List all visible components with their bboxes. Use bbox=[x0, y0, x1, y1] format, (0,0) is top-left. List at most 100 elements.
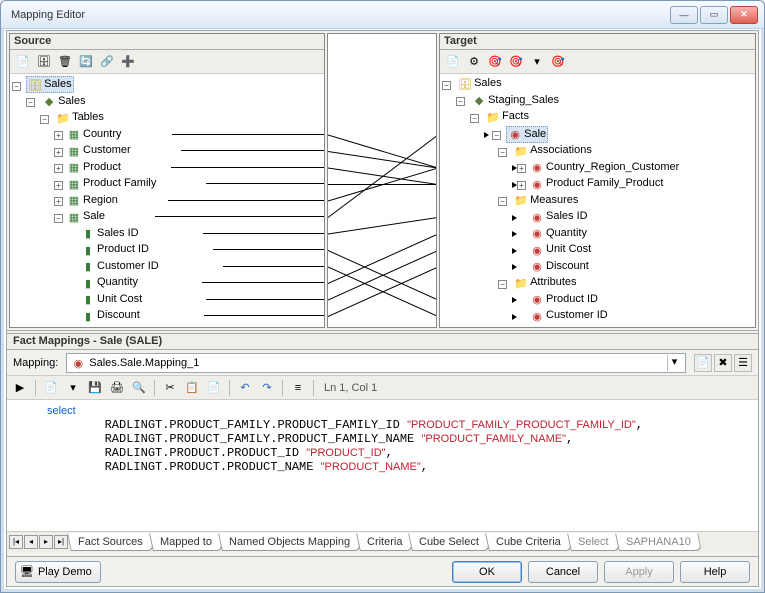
bottom-tab[interactable]: Cube Select bbox=[408, 533, 490, 551]
target-item[interactable]: ◉Product Family_Product bbox=[528, 176, 665, 191]
copy-icon[interactable]: 📋 bbox=[183, 379, 201, 397]
minimize-button[interactable]: — bbox=[670, 6, 698, 24]
new-table-icon[interactable]: ➕ bbox=[119, 53, 137, 71]
mapping-dropdown[interactable]: ◉ Sales.Sale.Mapping_1 ▾ bbox=[66, 353, 686, 373]
refresh-icon[interactable]: 🔄 bbox=[77, 53, 95, 71]
format-icon[interactable]: ≡ bbox=[289, 379, 307, 397]
tab-nav-last[interactable]: ▸| bbox=[54, 535, 68, 549]
new-icon[interactable]: 📄 bbox=[42, 379, 60, 397]
staging-node[interactable]: ◆Staging_Sales bbox=[470, 93, 561, 108]
expand-icon[interactable]: − bbox=[54, 214, 63, 223]
target-tree[interactable]: − 🗄Sales − ◆Staging_Sales − 📁Fac bbox=[440, 74, 755, 327]
delete-source-icon[interactable]: 🗑 bbox=[56, 53, 74, 71]
tab-nav-prev[interactable]: ◂ bbox=[24, 535, 38, 549]
paste-icon[interactable]: 📄 bbox=[205, 379, 223, 397]
play-demo-button[interactable]: 🖥 Play Demo bbox=[15, 561, 101, 583]
table-node[interactable]: ▦Customer bbox=[65, 143, 133, 158]
target-item[interactable]: ◉Sales ID bbox=[528, 209, 590, 224]
tab-nav-next[interactable]: ▸ bbox=[39, 535, 53, 549]
properties-button[interactable]: ☰ bbox=[734, 354, 752, 372]
column-node[interactable]: ▮Product ID bbox=[79, 242, 151, 257]
collapse-icon[interactable]: − bbox=[498, 148, 507, 157]
target-item[interactable]: ◉Unit Cost bbox=[528, 242, 593, 257]
add-source-icon[interactable]: 📄 bbox=[14, 53, 32, 71]
undo-icon[interactable]: ↶ bbox=[236, 379, 254, 397]
source-tree[interactable]: − 🗄Sales − ◆Sales − 📁Tables bbox=[10, 74, 324, 327]
expand-icon[interactable]: + bbox=[54, 131, 63, 140]
expand-icon[interactable]: + bbox=[54, 181, 63, 190]
delete-mapping-button[interactable]: ✖ bbox=[714, 354, 732, 372]
close-button[interactable]: ✕ bbox=[730, 6, 758, 24]
redo-icon[interactable]: ↷ bbox=[258, 379, 276, 397]
source-root-node[interactable]: 🗄Sales bbox=[26, 76, 74, 93]
collapse-icon[interactable]: − bbox=[492, 131, 501, 140]
table-node[interactable]: ▦Product Family bbox=[65, 176, 158, 191]
collapse-icon[interactable]: − bbox=[26, 98, 35, 107]
measures-folder[interactable]: 📁Measures bbox=[512, 193, 580, 208]
collapse-icon[interactable]: − bbox=[470, 114, 479, 123]
tab-nav-first[interactable]: |◂ bbox=[9, 535, 23, 549]
bottom-tab[interactable]: Select bbox=[567, 533, 619, 551]
collapse-icon[interactable]: − bbox=[498, 197, 507, 206]
target-root-node[interactable]: 🗄Sales bbox=[456, 76, 504, 91]
apply-button[interactable]: Apply bbox=[604, 561, 674, 583]
associations-folder[interactable]: 📁Associations bbox=[512, 143, 594, 158]
column-node[interactable]: ▮Unit Cost bbox=[79, 292, 144, 307]
collapse-icon[interactable]: − bbox=[442, 81, 451, 90]
find-icon[interactable]: 🔍 bbox=[130, 379, 148, 397]
tables-folder[interactable]: 📁Tables bbox=[54, 110, 106, 125]
save-icon[interactable]: 💾 bbox=[86, 379, 104, 397]
target-item[interactable]: ◉Discount bbox=[528, 259, 591, 274]
help-button[interactable]: Help bbox=[680, 561, 750, 583]
facts-folder[interactable]: 📁Facts bbox=[484, 109, 531, 124]
target-item[interactable]: ◉Country_Region_Customer bbox=[528, 160, 681, 175]
link-icon[interactable]: 🔗 bbox=[98, 53, 116, 71]
bottom-tab[interactable]: Cube Criteria bbox=[485, 533, 572, 551]
table-node[interactable]: ▦Sale bbox=[65, 209, 107, 224]
cancel-button[interactable]: Cancel bbox=[528, 561, 598, 583]
expand-icon[interactable]: + bbox=[54, 197, 63, 206]
print-icon[interactable]: 🖨 bbox=[108, 379, 126, 397]
expand-icon[interactable]: + bbox=[54, 164, 63, 173]
bottom-tab[interactable]: Criteria bbox=[356, 533, 413, 551]
collapse-icon[interactable]: − bbox=[498, 280, 507, 289]
bottom-tab[interactable]: SAPHANA10 bbox=[615, 533, 702, 551]
sql-editor[interactable]: select RADLINGT.PRODUCT_FAMILY.PRODUCT_F… bbox=[7, 400, 758, 532]
table-node[interactable]: ▦Country bbox=[65, 127, 124, 142]
column-node[interactable]: ▮Quantity bbox=[79, 275, 140, 290]
target-tool-1-icon[interactable]: 📄 bbox=[444, 53, 462, 71]
bottom-tab[interactable]: Named Objects Mapping bbox=[218, 533, 361, 551]
dropdown-arrow-icon[interactable]: ▾ bbox=[667, 355, 681, 371]
table-node[interactable]: ▦Product bbox=[65, 160, 123, 175]
bottom-tab[interactable]: Mapped to bbox=[149, 533, 223, 551]
expand-icon[interactable]: + bbox=[517, 181, 526, 190]
open-icon[interactable]: ▾ bbox=[64, 379, 82, 397]
collapse-icon[interactable]: − bbox=[456, 97, 465, 106]
collapse-icon[interactable]: − bbox=[12, 82, 21, 91]
table-node[interactable]: ▦Region bbox=[65, 193, 120, 208]
target-tool-2-icon[interactable]: ⚙ bbox=[465, 53, 483, 71]
collapse-icon[interactable]: − bbox=[40, 115, 49, 124]
target-tool-5-icon[interactable]: ▾ bbox=[528, 53, 546, 71]
column-node[interactable]: ▮Sales ID bbox=[79, 226, 141, 241]
new-mapping-button[interactable]: 📄 bbox=[694, 354, 712, 372]
attributes-folder[interactable]: 📁Attributes bbox=[512, 275, 578, 290]
schema-node[interactable]: ◆Sales bbox=[40, 94, 88, 109]
expand-icon[interactable]: + bbox=[517, 164, 526, 173]
target-tool-3-icon[interactable]: 🎯 bbox=[486, 53, 504, 71]
expand-icon[interactable]: + bbox=[54, 148, 63, 157]
target-tool-6-icon[interactable]: 🎯 bbox=[549, 53, 567, 71]
cut-icon[interactable]: ✂ bbox=[161, 379, 179, 397]
column-node[interactable]: ▮Discount bbox=[79, 308, 142, 323]
ok-button[interactable]: OK bbox=[452, 561, 522, 583]
target-item[interactable]: ◉Product ID bbox=[528, 292, 600, 307]
target-item[interactable]: ◉Quantity bbox=[528, 226, 589, 241]
fact-sale-node[interactable]: ◉Sale bbox=[506, 126, 548, 143]
add-db-icon[interactable]: 🗄 bbox=[35, 53, 53, 71]
target-tool-4-icon[interactable]: 🎯 bbox=[507, 53, 525, 71]
maximize-button[interactable]: ▭ bbox=[700, 6, 728, 24]
bottom-tab[interactable]: Fact Sources bbox=[67, 533, 154, 551]
target-item[interactable]: ◉Customer ID bbox=[528, 308, 610, 323]
column-node[interactable]: ▮Customer ID bbox=[79, 259, 161, 274]
run-icon[interactable]: ▶ bbox=[11, 379, 29, 397]
